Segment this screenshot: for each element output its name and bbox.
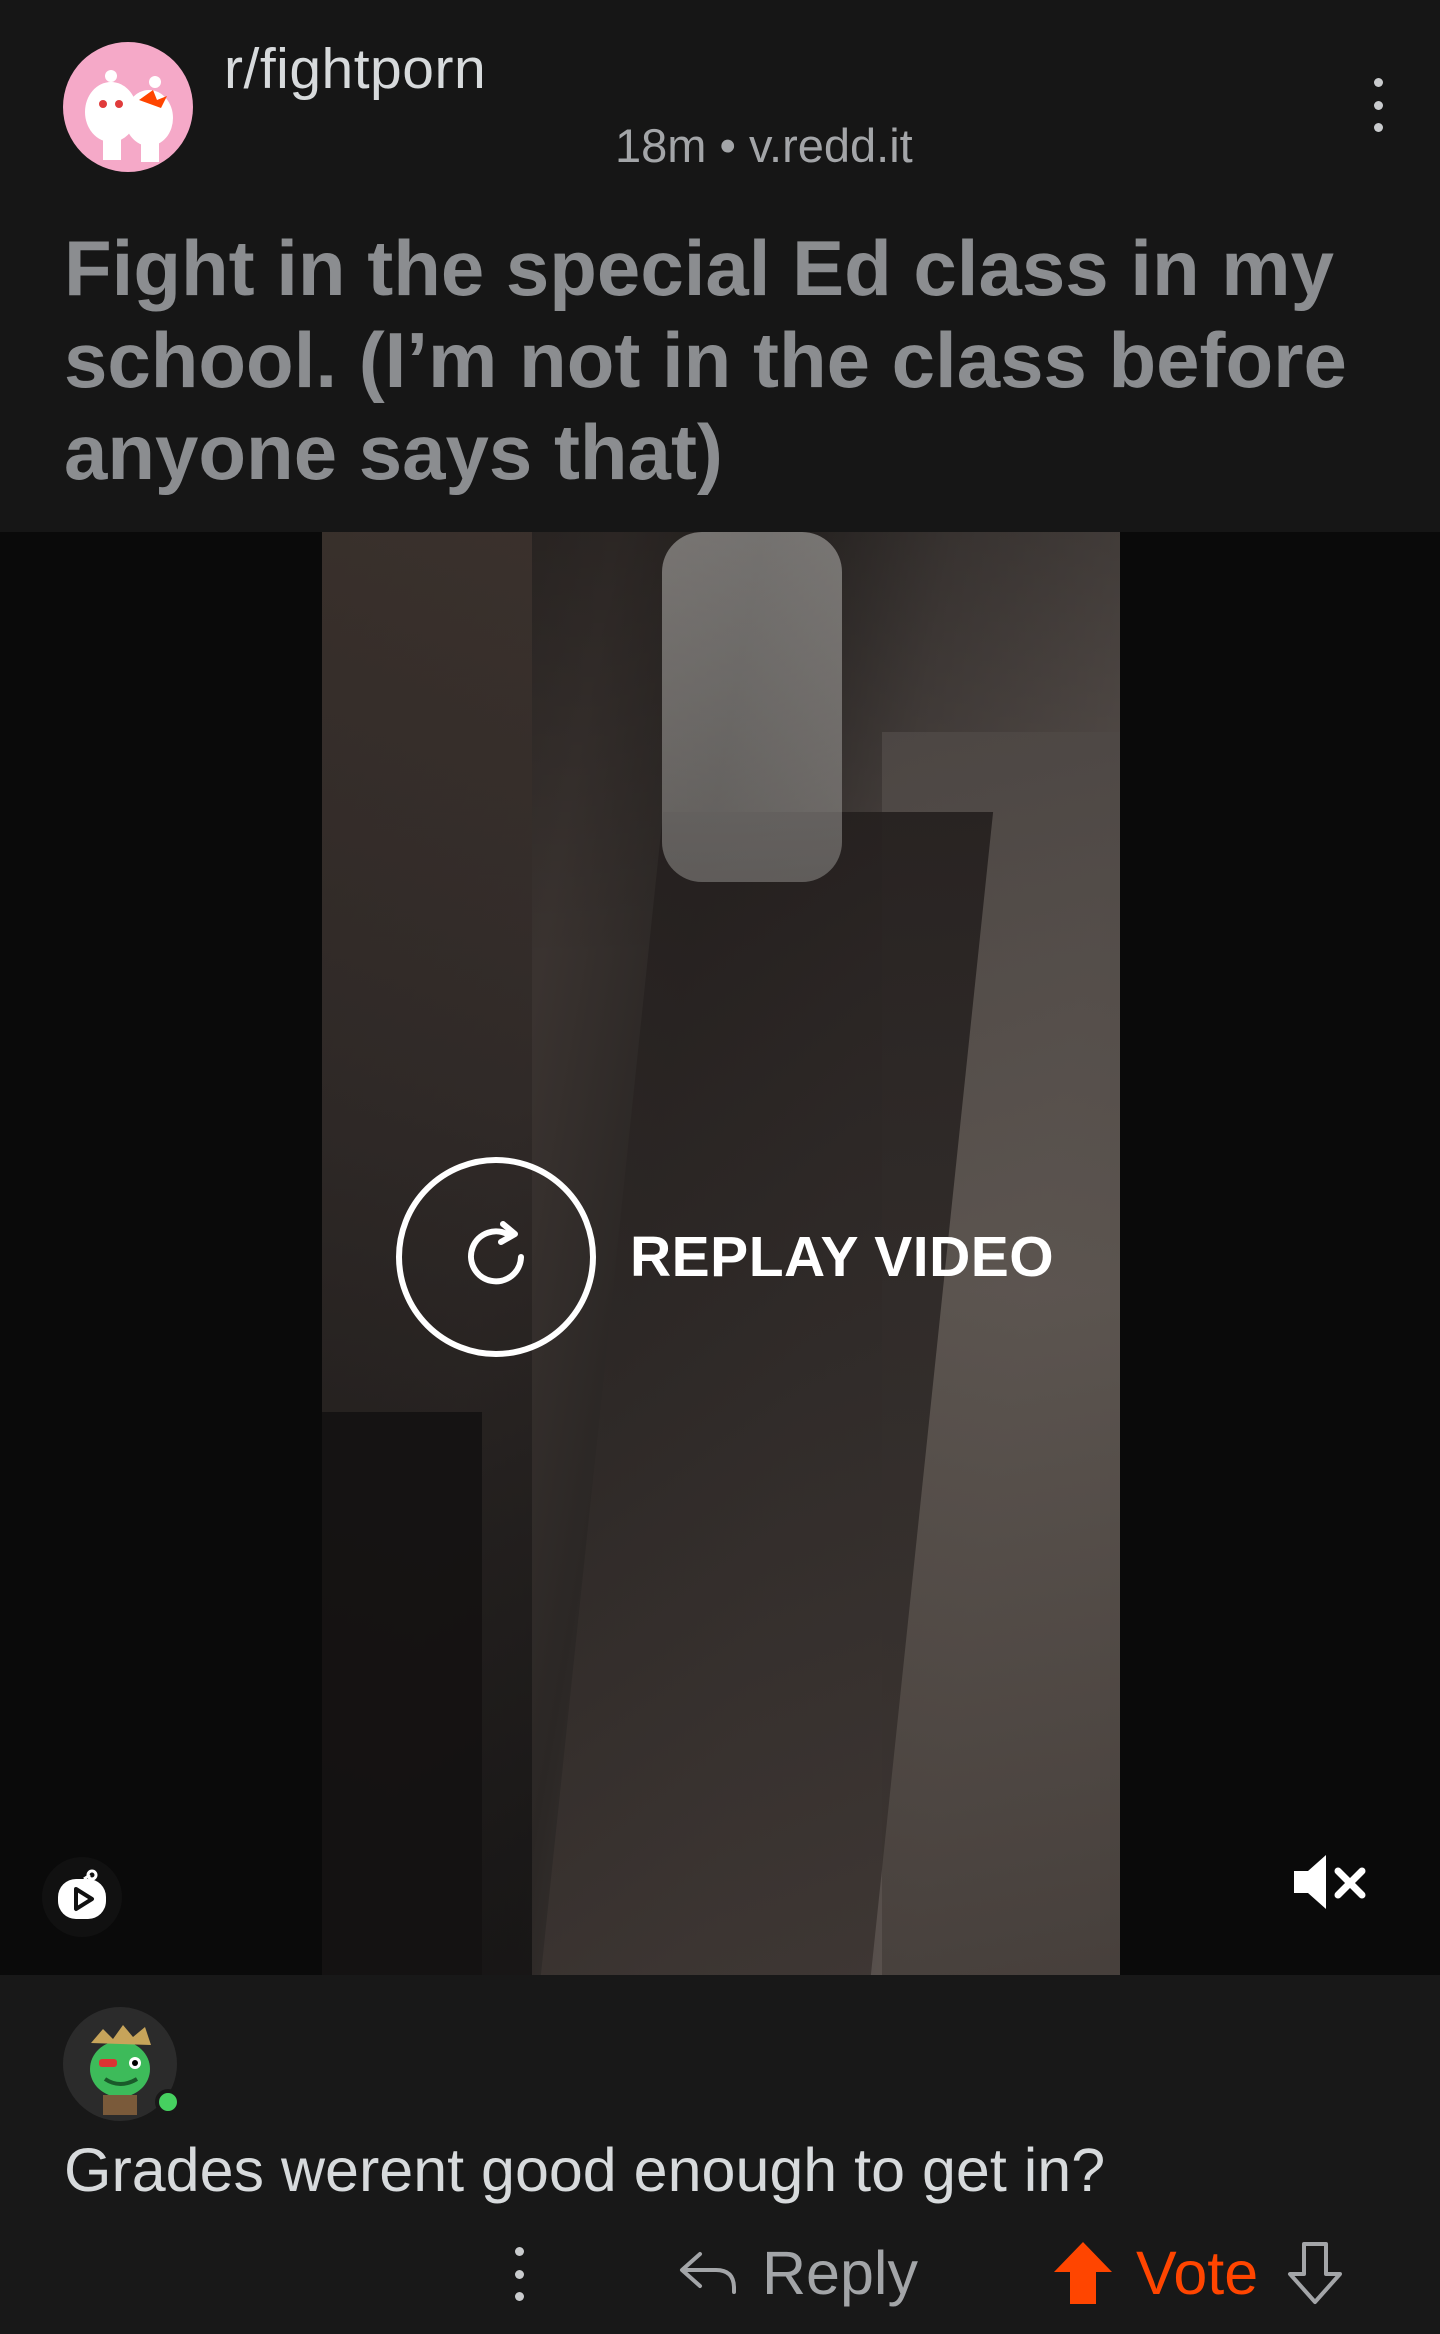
post-options-icon[interactable]: [1360, 70, 1396, 140]
reply-label: Reply: [762, 2239, 918, 2307]
vote-control: Vote: [1052, 2233, 1346, 2313]
subreddit-name[interactable]: r/fightporn: [224, 36, 486, 102]
video-player[interactable]: REPLAY VIDEO: [0, 532, 1440, 1975]
upvote-icon[interactable]: [1052, 2240, 1114, 2306]
subreddit-avatar[interactable]: [63, 42, 193, 172]
comment: Grades werent good enough to get in? Rep…: [0, 1975, 1440, 2334]
reply-button[interactable]: Reply: [676, 2233, 918, 2313]
replay-label: REPLAY VIDEO: [630, 1225, 1055, 1289]
comment-options-icon[interactable]: [504, 2241, 534, 2307]
comment-actions: Reply Vote: [0, 2233, 1440, 2313]
post-meta: 18m • v.redd.it: [615, 119, 913, 172]
downvote-icon[interactable]: [1284, 2240, 1346, 2306]
vote-label: Vote: [1136, 2239, 1259, 2307]
commenter-avatar[interactable]: [63, 2007, 181, 2121]
reply-arrow-icon: [680, 2252, 736, 2294]
replay-icon: [396, 1157, 596, 1357]
muted-speaker-icon[interactable]: [1290, 1847, 1370, 1917]
post-header: r/fightporn 18m • v.redd.it Fight in the…: [0, 0, 1440, 532]
comment-text: Grades werent good enough to get in?: [64, 2136, 1106, 2204]
post-title[interactable]: Fight in the special Ed class in my scho…: [64, 222, 1384, 498]
reddit-video-icon[interactable]: [42, 1857, 122, 1937]
replay-button[interactable]: REPLAY VIDEO: [396, 1157, 1054, 1357]
online-status-dot: [155, 2089, 181, 2115]
